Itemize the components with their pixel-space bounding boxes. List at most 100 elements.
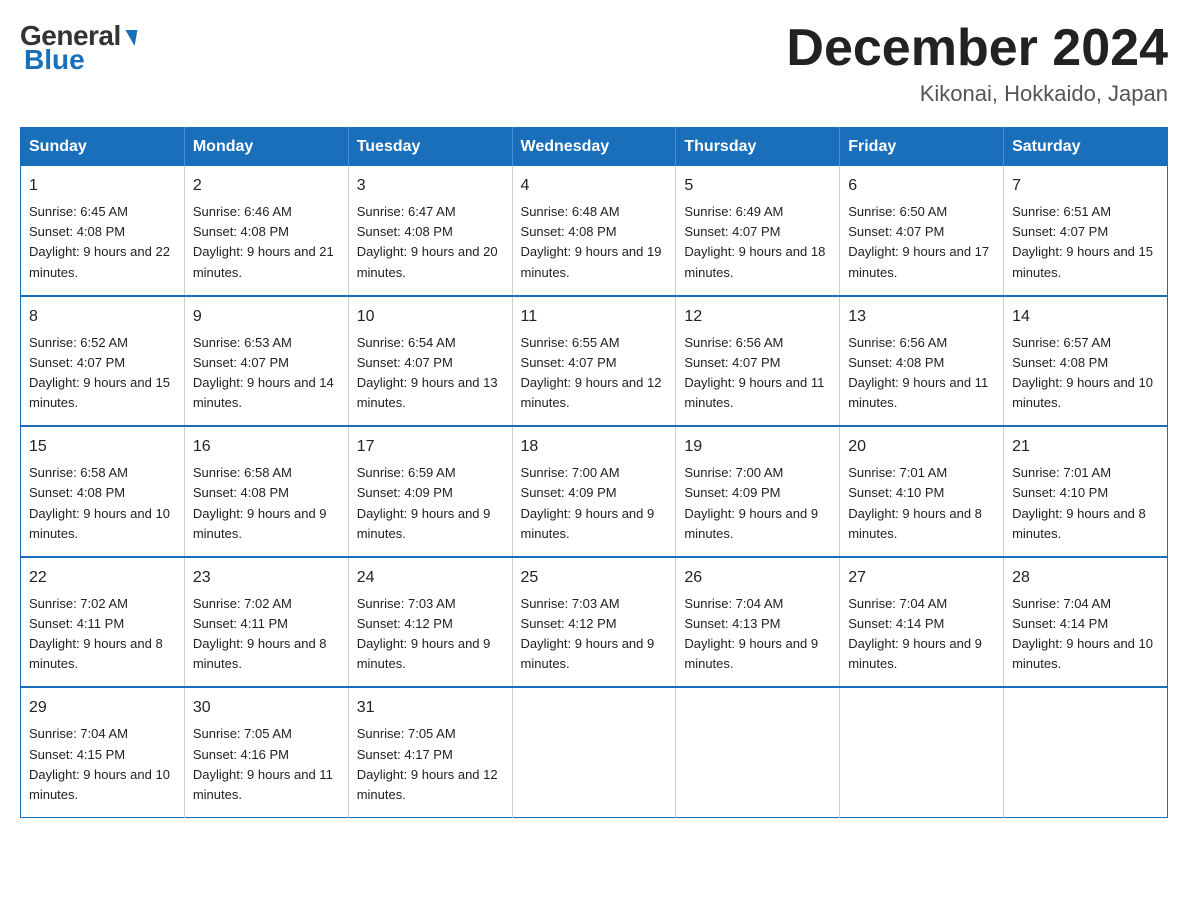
- day-number: 28: [1012, 566, 1159, 590]
- calendar-body: 1 Sunrise: 6:45 AMSunset: 4:08 PMDaylight…: [21, 166, 1168, 817]
- day-number: 25: [521, 566, 668, 590]
- calendar-cell: 10 Sunrise: 6:54 AMSunset: 4:07 PMDayligh…: [348, 296, 512, 427]
- day-info: Sunrise: 7:01 AMSunset: 4:10 PMDaylight:…: [848, 465, 982, 540]
- day-info: Sunrise: 6:52 AMSunset: 4:07 PMDaylight:…: [29, 335, 170, 410]
- day-info: Sunrise: 6:45 AMSunset: 4:08 PMDaylight:…: [29, 204, 170, 279]
- day-info: Sunrise: 6:56 AMSunset: 4:07 PMDaylight:…: [684, 335, 824, 410]
- day-info: Sunrise: 6:55 AMSunset: 4:07 PMDaylight:…: [521, 335, 662, 410]
- calendar-cell: 1 Sunrise: 6:45 AMSunset: 4:08 PMDaylight…: [21, 166, 185, 296]
- header-thursday: Thursday: [676, 128, 840, 167]
- page-header: General Blue December 2024 Kikonai, Hokk…: [20, 20, 1168, 107]
- calendar-cell: 4Sunrise: 6:48 AMSunset: 4:08 PMDaylight…: [512, 166, 676, 296]
- calendar-cell: 25Sunrise: 7:03 AMSunset: 4:12 PMDayligh…: [512, 557, 676, 688]
- day-info: Sunrise: 6:51 AMSunset: 4:07 PMDaylight:…: [1012, 204, 1153, 279]
- header-saturday: Saturday: [1004, 128, 1168, 167]
- day-number: 1: [29, 174, 176, 198]
- logo-blue-text: Blue: [20, 44, 85, 76]
- day-info: Sunrise: 7:00 AMSunset: 4:09 PMDaylight:…: [684, 465, 818, 540]
- day-info: Sunrise: 7:04 AMSunset: 4:14 PMDaylight:…: [848, 596, 982, 671]
- location-subtitle: Kikonai, Hokkaido, Japan: [786, 81, 1168, 107]
- calendar-cell: 17 Sunrise: 6:59 AMSunset: 4:09 PMDayligh…: [348, 426, 512, 557]
- day-info: Sunrise: 6:46 AMSunset: 4:08 PMDaylight:…: [193, 204, 334, 279]
- day-number: 12: [684, 305, 831, 329]
- day-number: 23: [193, 566, 340, 590]
- day-number: 17: [357, 435, 504, 459]
- day-number: 18: [521, 435, 668, 459]
- day-info: Sunrise: 7:04 AMSunset: 4:15 PMDaylight:…: [29, 726, 170, 801]
- day-number: 5: [684, 174, 831, 198]
- day-info: Sunrise: 7:05 AMSunset: 4:16 PMDaylight:…: [193, 726, 333, 801]
- day-number: 3: [357, 174, 504, 198]
- header-friday: Friday: [840, 128, 1004, 167]
- calendar-cell: 11 Sunrise: 6:55 AMSunset: 4:07 PMDayligh…: [512, 296, 676, 427]
- day-number: 21: [1012, 435, 1159, 459]
- day-info: Sunrise: 6:59 AMSunset: 4:09 PMDaylight:…: [357, 465, 491, 540]
- calendar-cell: 16 Sunrise: 6:58 AMSunset: 4:08 PMDayligh…: [184, 426, 348, 557]
- day-number: 15: [29, 435, 176, 459]
- day-info: Sunrise: 7:01 AMSunset: 4:10 PMDaylight:…: [1012, 465, 1146, 540]
- day-info: Sunrise: 7:02 AMSunset: 4:11 PMDaylight:…: [29, 596, 163, 671]
- day-info: Sunrise: 6:57 AMSunset: 4:08 PMDaylight:…: [1012, 335, 1153, 410]
- calendar-cell: 27 Sunrise: 7:04 AMSunset: 4:14 PMDayligh…: [840, 557, 1004, 688]
- day-number: 13: [848, 305, 995, 329]
- calendar-cell: 31 Sunrise: 7:05 AMSunset: 4:17 PMDayligh…: [348, 687, 512, 817]
- day-number: 31: [357, 696, 504, 720]
- day-number: 27: [848, 566, 995, 590]
- calendar-cell: 14 Sunrise: 6:57 AMSunset: 4:08 PMDayligh…: [1004, 296, 1168, 427]
- day-number: 22: [29, 566, 176, 590]
- day-info: Sunrise: 7:05 AMSunset: 4:17 PMDaylight:…: [357, 726, 498, 801]
- day-info: Sunrise: 6:50 AMSunset: 4:07 PMDaylight:…: [848, 204, 989, 279]
- day-number: 11: [521, 305, 668, 329]
- day-number: 30: [193, 696, 340, 720]
- calendar-table: Sunday Monday Tuesday Wednesday Thursday…: [20, 127, 1168, 818]
- day-info: Sunrise: 7:04 AMSunset: 4:14 PMDaylight:…: [1012, 596, 1153, 671]
- calendar-cell: 19 Sunrise: 7:00 AMSunset: 4:09 PMDayligh…: [676, 426, 840, 557]
- day-number: 19: [684, 435, 831, 459]
- header-monday: Monday: [184, 128, 348, 167]
- day-number: 24: [357, 566, 504, 590]
- calendar-cell: 6Sunrise: 6:50 AMSunset: 4:07 PMDaylight…: [840, 166, 1004, 296]
- day-info: Sunrise: 7:02 AMSunset: 4:11 PMDaylight:…: [193, 596, 327, 671]
- calendar-cell: 7Sunrise: 6:51 AMSunset: 4:07 PMDaylight…: [1004, 166, 1168, 296]
- month-year-title: December 2024: [786, 20, 1168, 77]
- day-number: 9: [193, 305, 340, 329]
- day-number: 10: [357, 305, 504, 329]
- day-number: 4: [521, 174, 668, 198]
- day-number: 14: [1012, 305, 1159, 329]
- week-row-5: 29 Sunrise: 7:04 AMSunset: 4:15 PMDayligh…: [21, 687, 1168, 817]
- calendar-header: Sunday Monday Tuesday Wednesday Thursday…: [21, 128, 1168, 167]
- calendar-cell: 21 Sunrise: 7:01 AMSunset: 4:10 PMDayligh…: [1004, 426, 1168, 557]
- header-row: Sunday Monday Tuesday Wednesday Thursday…: [21, 128, 1168, 167]
- calendar-cell: 22 Sunrise: 7:02 AMSunset: 4:11 PMDayligh…: [21, 557, 185, 688]
- header-wednesday: Wednesday: [512, 128, 676, 167]
- day-info: Sunrise: 6:47 AMSunset: 4:08 PMDaylight:…: [357, 204, 498, 279]
- day-info: Sunrise: 6:58 AMSunset: 4:08 PMDaylight:…: [193, 465, 327, 540]
- day-number: 16: [193, 435, 340, 459]
- day-info: Sunrise: 6:58 AMSunset: 4:08 PMDaylight:…: [29, 465, 170, 540]
- calendar-cell: [676, 687, 840, 817]
- day-info: Sunrise: 6:53 AMSunset: 4:07 PMDaylight:…: [193, 335, 334, 410]
- week-row-3: 15 Sunrise: 6:58 AMSunset: 4:08 PMDayligh…: [21, 426, 1168, 557]
- header-tuesday: Tuesday: [348, 128, 512, 167]
- calendar-cell: 8Sunrise: 6:52 AMSunset: 4:07 PMDaylight…: [21, 296, 185, 427]
- calendar-cell: 23 Sunrise: 7:02 AMSunset: 4:11 PMDayligh…: [184, 557, 348, 688]
- calendar-cell: 2Sunrise: 6:46 AMSunset: 4:08 PMDaylight…: [184, 166, 348, 296]
- calendar-cell: 18Sunrise: 7:00 AMSunset: 4:09 PMDayligh…: [512, 426, 676, 557]
- calendar-cell: 12 Sunrise: 6:56 AMSunset: 4:07 PMDayligh…: [676, 296, 840, 427]
- calendar-cell: [1004, 687, 1168, 817]
- day-number: 20: [848, 435, 995, 459]
- day-info: Sunrise: 6:56 AMSunset: 4:08 PMDaylight:…: [848, 335, 988, 410]
- day-info: Sunrise: 6:54 AMSunset: 4:07 PMDaylight:…: [357, 335, 498, 410]
- calendar-cell: 26Sunrise: 7:04 AMSunset: 4:13 PMDayligh…: [676, 557, 840, 688]
- title-area: December 2024 Kikonai, Hokkaido, Japan: [786, 20, 1168, 107]
- day-info: Sunrise: 6:49 AMSunset: 4:07 PMDaylight:…: [684, 204, 825, 279]
- header-sunday: Sunday: [21, 128, 185, 167]
- week-row-4: 22 Sunrise: 7:02 AMSunset: 4:11 PMDayligh…: [21, 557, 1168, 688]
- calendar-cell: 24 Sunrise: 7:03 AMSunset: 4:12 PMDayligh…: [348, 557, 512, 688]
- calendar-cell: 3 Sunrise: 6:47 AMSunset: 4:08 PMDaylight…: [348, 166, 512, 296]
- calendar-cell: [512, 687, 676, 817]
- day-number: 29: [29, 696, 176, 720]
- day-info: Sunrise: 7:03 AMSunset: 4:12 PMDaylight:…: [357, 596, 491, 671]
- calendar-cell: [840, 687, 1004, 817]
- week-row-1: 1 Sunrise: 6:45 AMSunset: 4:08 PMDaylight…: [21, 166, 1168, 296]
